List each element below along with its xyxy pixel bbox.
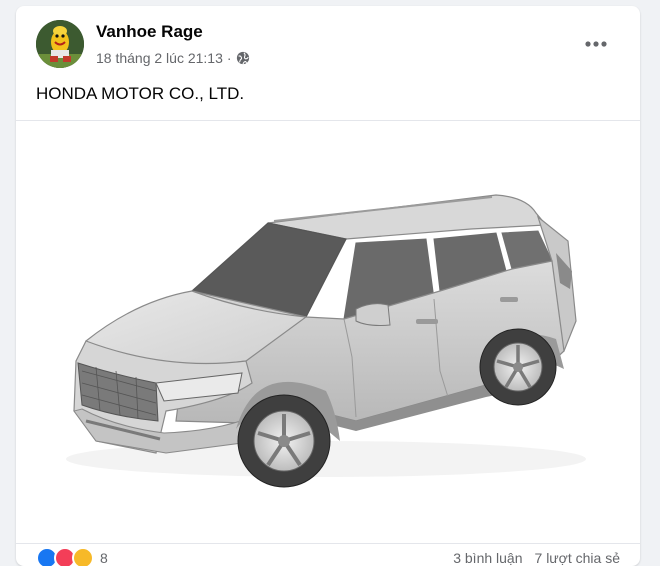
car-patent-drawing: [66, 194, 586, 488]
reaction-count: 8: [100, 550, 108, 566]
more-options-icon: [585, 41, 607, 47]
post-header: Vanhoe Rage 18 tháng 2 lúc 21:13 ·: [16, 6, 640, 78]
post-stats: 3 bình luận 7 lượt chia sẻ: [453, 550, 620, 566]
avatar-mascot-image: [36, 20, 84, 68]
post-meta: 18 tháng 2 lúc 21:13 ·: [96, 50, 250, 66]
meta-separator: ·: [226, 50, 232, 66]
comment-count[interactable]: 3 bình luận: [453, 550, 522, 566]
globe-icon[interactable]: [236, 51, 250, 65]
share-count[interactable]: 7 lượt chia sẻ: [535, 550, 620, 566]
author-name[interactable]: Vanhoe Rage: [96, 22, 203, 42]
post-image[interactable]: [16, 120, 640, 544]
author-avatar[interactable]: [36, 20, 84, 68]
more-options-button[interactable]: [576, 24, 616, 64]
reaction-summary[interactable]: 8: [36, 547, 108, 566]
post-timestamp[interactable]: 18 tháng 2 lúc 21:13: [96, 50, 223, 66]
haha-icon: [72, 547, 94, 566]
post-text: HONDA MOTOR CO., LTD.: [36, 84, 245, 103]
feed-post: Vanhoe Rage 18 tháng 2 lúc 21:13 · HONDA…: [16, 6, 640, 566]
